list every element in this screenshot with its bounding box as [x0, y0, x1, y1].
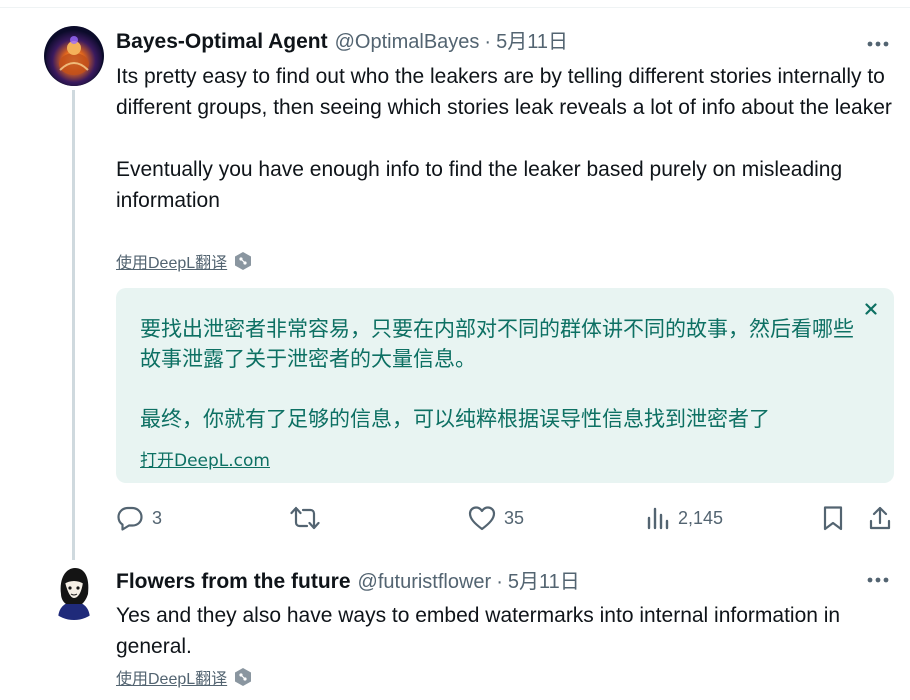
tweet-text: Its pretty easy to find out who the leak…: [116, 65, 892, 212]
views-chart-icon: [647, 507, 669, 530]
user-handle[interactable]: @futuristflower: [358, 568, 492, 596]
more-options-button[interactable]: [864, 30, 892, 58]
user-handle[interactable]: @OptimalBayes: [335, 28, 480, 56]
anime-girl-avatar-icon: [44, 560, 104, 620]
tweet[interactable]: Bayes-Optimal Agent @OptimalBayes · 5月11…: [0, 8, 910, 560]
tweet-date[interactable]: 5月11日: [508, 568, 580, 596]
thread-line: [72, 90, 75, 560]
tweet-actions: 3 35 2,145: [116, 502, 896, 534]
reply-icon: [117, 506, 143, 531]
deepl-icon: [234, 251, 252, 271]
avatar[interactable]: [44, 26, 104, 86]
deepl-icon: [234, 667, 252, 687]
separator-dot: ·: [484, 31, 492, 53]
translate-label: 使用DeepL翻译: [116, 671, 228, 688]
separator-dot: ·: [496, 571, 503, 593]
translation-panel: 要找出泄密者非常容易，只要在内部对不同的群体讲不同的故事，然后看哪些故事泄露了关…: [116, 288, 894, 483]
bookmark-button[interactable]: [822, 502, 844, 534]
share-button[interactable]: [868, 502, 892, 534]
more-icon: [867, 41, 889, 47]
views-button[interactable]: 2,145: [646, 502, 723, 534]
tweet-date[interactable]: 5月11日: [496, 28, 568, 56]
avatar[interactable]: [44, 560, 104, 620]
reply-button[interactable]: 3: [116, 502, 162, 534]
bookmark-icon: [823, 506, 843, 531]
glowing-figure-avatar-icon: [44, 26, 104, 86]
display-name[interactable]: Flowers from the future: [116, 568, 351, 596]
open-deepl-link[interactable]: 打开DeepL.com: [140, 446, 270, 471]
tweet-text: Yes and they also have ways to embed wat…: [116, 604, 841, 658]
heart-icon: [468, 506, 496, 531]
timeline-top-border: [0, 0, 910, 8]
tweet-header: Bayes-Optimal Agent @OptimalBayes · 5月11…: [116, 28, 568, 56]
close-translation-button[interactable]: [862, 300, 880, 318]
translate-with-deepl-link[interactable]: 使用DeepL翻译: [116, 249, 252, 273]
close-icon: [865, 303, 877, 315]
translate-label: 使用DeepL翻译: [116, 255, 228, 272]
like-count: 35: [504, 507, 525, 528]
retweet-icon: [290, 506, 320, 530]
view-count: 2,145: [678, 507, 724, 528]
reply-count: 3: [152, 507, 163, 528]
thread-line: [72, 544, 75, 556]
retweet-button[interactable]: [290, 502, 328, 534]
more-options-button[interactable]: [864, 566, 892, 594]
translate-with-deepl-link[interactable]: 使用DeepL翻译: [116, 665, 252, 689]
more-icon: [867, 577, 889, 583]
tweet-header: Flowers from the future @futuristflower …: [116, 568, 580, 596]
share-icon: [869, 506, 891, 530]
like-button[interactable]: 35: [468, 502, 524, 534]
tweet[interactable]: Flowers from the future @futuristflower …: [0, 544, 910, 700]
translated-text: 要找出泄密者非常容易，只要在内部对不同的群体讲不同的故事，然后看哪些故事泄露了关…: [140, 317, 854, 431]
display-name[interactable]: Bayes-Optimal Agent: [116, 28, 328, 56]
